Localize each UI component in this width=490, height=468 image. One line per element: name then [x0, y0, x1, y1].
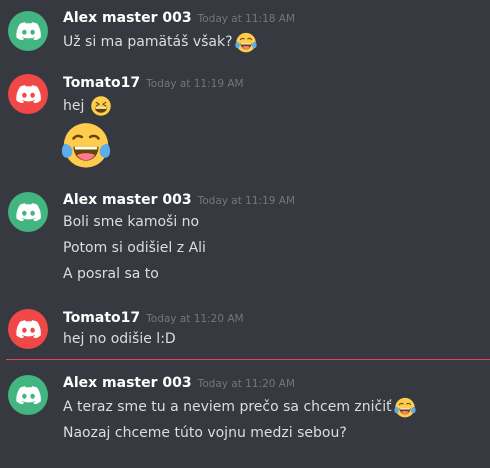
- username[interactable]: Alex master 003: [63, 375, 192, 391]
- message-header: Tomato17 Today at 11:19 AM: [63, 75, 244, 91]
- tears-of-joy-emoji-icon: [235, 31, 257, 53]
- message-text: Už si ma pamätáš však?: [63, 31, 257, 53]
- discord-logo-icon: [16, 85, 41, 103]
- message-line: Potom si odišiel z Ali: [63, 240, 206, 256]
- grinning-squinting-emoji-icon: [90, 95, 112, 117]
- timestamp: Today at 11:18 AM: [197, 13, 296, 25]
- timestamp: Today at 11:19 AM: [197, 195, 296, 207]
- message-line: hej no odišie l:D: [63, 331, 176, 347]
- message-text: A teraz sme tu a neviem prečo sa chcem z…: [63, 396, 416, 418]
- discord-logo-icon: [16, 22, 41, 40]
- message-header: Alex master 003 Today at 11:18 AM: [63, 10, 295, 26]
- message-header: Tomato17 Today at 11:20 AM: [63, 310, 244, 326]
- message-header: Alex master 003 Today at 11:19 AM: [63, 192, 295, 208]
- username[interactable]: Tomato17: [63, 75, 140, 91]
- message-text: hej: [63, 95, 112, 117]
- message-line: Boli sme kamoši no: [63, 214, 200, 230]
- timestamp: Today at 11:19 AM: [146, 78, 244, 90]
- username[interactable]: Tomato17: [63, 310, 140, 326]
- message-line: A teraz sme tu a neviem prečo sa chcem z…: [63, 399, 392, 415]
- new-messages-divider: [6, 359, 490, 360]
- message-line: Už si ma pamätáš však?: [63, 34, 233, 50]
- discord-logo-icon: [16, 203, 41, 221]
- tears-of-joy-emoji-icon: [394, 396, 416, 418]
- avatar[interactable]: [8, 375, 48, 415]
- message-line: Naozaj chceme túto vojnu medzi sebou?: [63, 425, 347, 441]
- timestamp: Today at 11:20 AM: [146, 313, 244, 325]
- message-line: hej: [63, 98, 85, 114]
- message-header: Alex master 003 Today at 11:20 AM: [63, 375, 295, 391]
- avatar[interactable]: [8, 309, 48, 349]
- username[interactable]: Alex master 003: [63, 192, 192, 208]
- message-line: A posral sa to: [63, 266, 159, 282]
- username[interactable]: Alex master 003: [63, 10, 192, 26]
- avatar[interactable]: [8, 192, 48, 232]
- avatar[interactable]: [8, 74, 48, 114]
- avatar[interactable]: [8, 11, 48, 51]
- discord-logo-icon: [16, 320, 41, 338]
- tears-of-joy-emoji-icon: [61, 119, 111, 169]
- timestamp: Today at 11:20 AM: [197, 378, 296, 390]
- discord-logo-icon: [16, 386, 41, 404]
